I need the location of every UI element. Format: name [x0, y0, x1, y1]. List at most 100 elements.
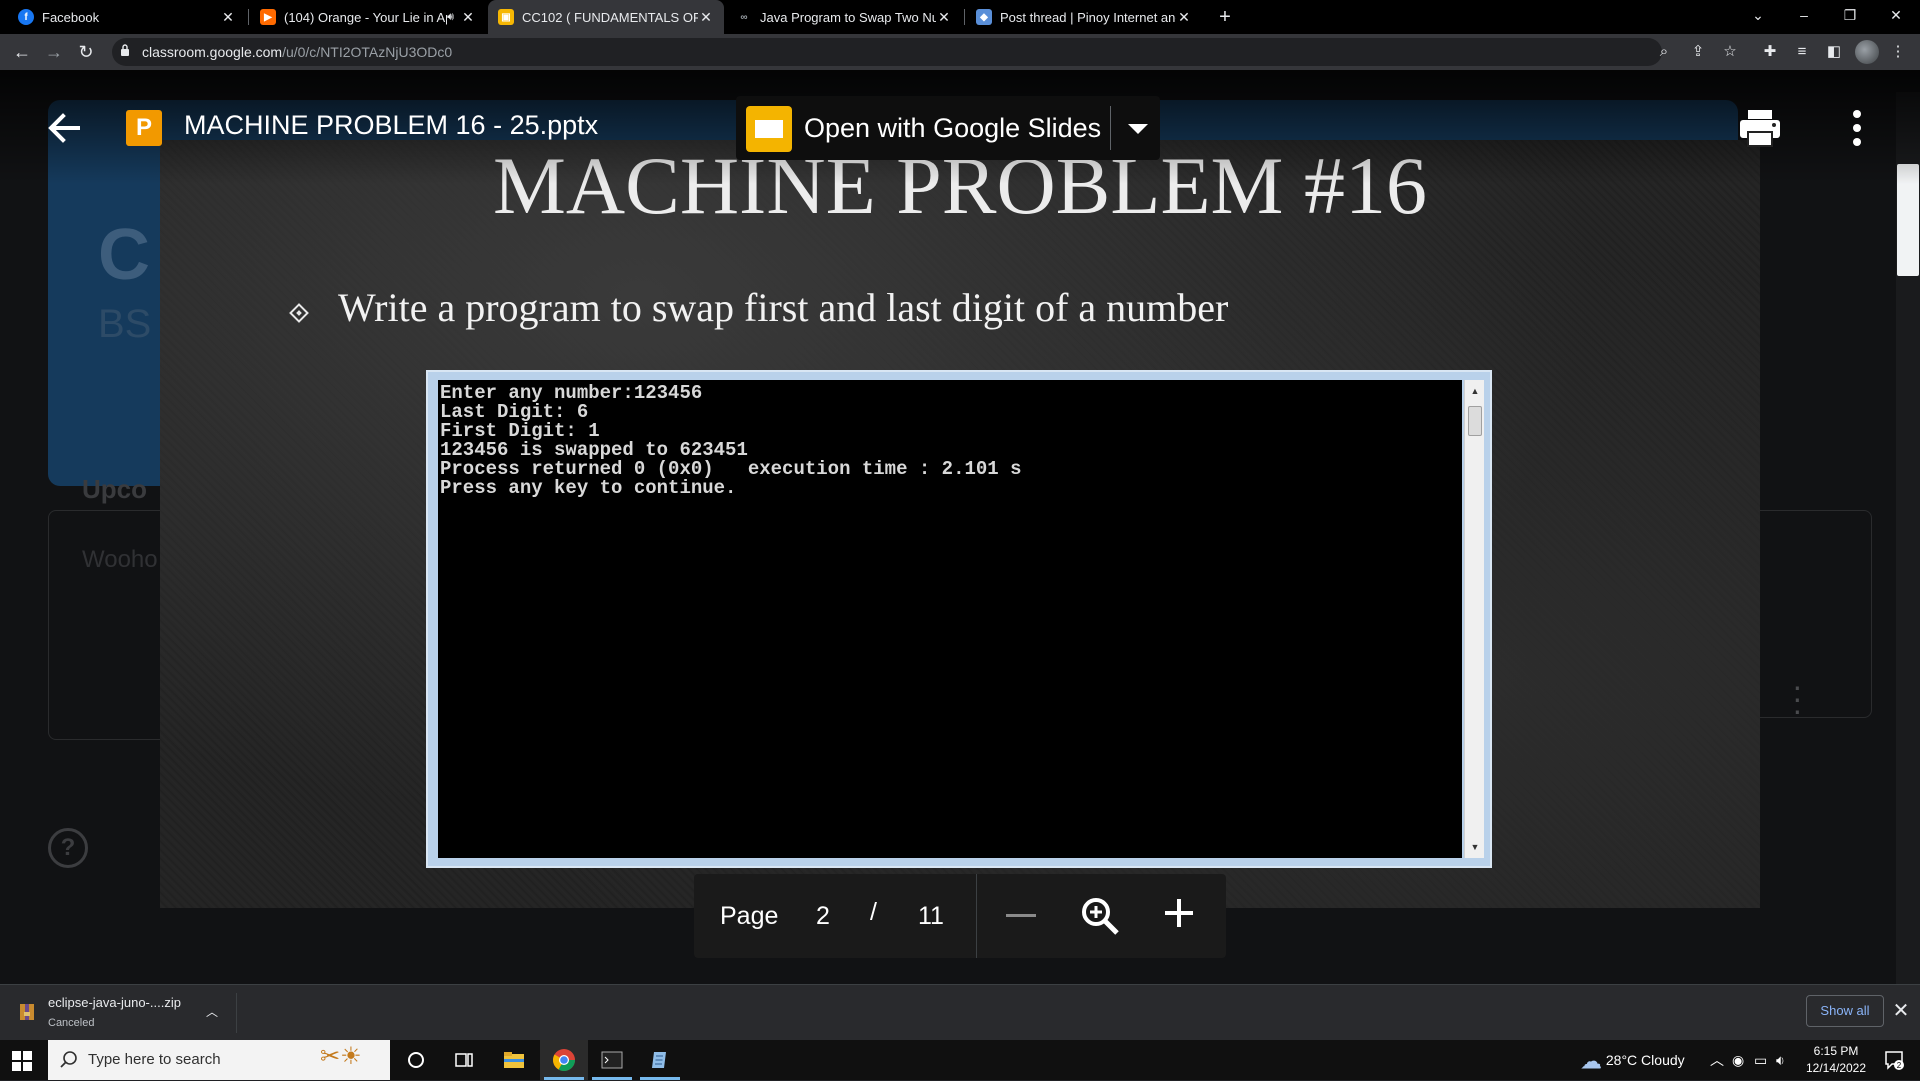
- facebook-icon: f: [18, 9, 34, 25]
- tab-java-program[interactable]: ∞ Java Program to Swap Two Num ✕: [726, 0, 962, 34]
- close-icon[interactable]: ✕: [220, 9, 236, 26]
- notification-count: 2: [1897, 1061, 1902, 1070]
- show-all-button[interactable]: Show all: [1806, 995, 1884, 1027]
- chevron-up-icon[interactable]: ︿: [206, 1003, 220, 1019]
- zoom-in-icon[interactable]: [1162, 896, 1196, 930]
- task-view-icon[interactable]: [440, 1040, 488, 1080]
- new-tab-button[interactable]: +: [1212, 0, 1238, 34]
- address-bar[interactable]: classroom.google.com/u/0/c/NTI2OTAzNjU3O…: [112, 38, 1662, 66]
- lock-icon: [121, 44, 129, 56]
- weather-text: 28°C Cloudy: [1605, 1052, 1685, 1068]
- zoom-icon[interactable]: ⌕: [1650, 38, 1678, 66]
- page-controls: Page 2 / 11: [694, 874, 1226, 958]
- upcoming-title: Upco: [82, 474, 147, 504]
- help-icon[interactable]: ?: [48, 828, 88, 868]
- search-icon: [60, 1051, 77, 1068]
- download-separator: [236, 993, 237, 1033]
- menu-icon[interactable]: ⋮: [1884, 38, 1912, 66]
- current-page[interactable]: 2: [816, 902, 830, 931]
- cloud-icon: ☁: [1580, 1048, 1602, 1074]
- minimize-icon[interactable]: –: [1782, 0, 1826, 34]
- close-icon[interactable]: ✕: [1176, 9, 1192, 26]
- tab-separator: [964, 9, 965, 25]
- classroom-icon: ▣: [498, 9, 514, 25]
- scroll-up-icon: ▲: [1470, 386, 1480, 396]
- browser-toolbar: ← → ↻ classroom.google.com/u/0/c/NTI2OTA…: [0, 34, 1920, 70]
- tab-classroom[interactable]: ▣ CC102 ( FUNDAMENTALS OF PR ✕: [488, 0, 724, 34]
- upcoming-body: Wooho: [82, 546, 158, 573]
- zoom-out-icon[interactable]: [1006, 914, 1036, 917]
- terminal-icon[interactable]: [588, 1040, 636, 1080]
- class-section: BS: [98, 302, 152, 346]
- volume-icon[interactable]: 🔉︎: [1776, 1040, 1785, 1080]
- zip-file-icon: [20, 1004, 34, 1020]
- cortana-icon[interactable]: [392, 1040, 440, 1080]
- scroll-down-icon: ▼: [1470, 842, 1480, 852]
- file-explorer-icon[interactable]: [490, 1040, 538, 1080]
- close-icon[interactable]: ✕: [1892, 999, 1910, 1023]
- shield-icon: ◆: [976, 9, 992, 25]
- stream-card: [1750, 510, 1872, 718]
- pager-divider: [976, 874, 977, 958]
- zoom-fit-icon[interactable]: [1080, 896, 1120, 936]
- notepad-icon[interactable]: [636, 1040, 684, 1080]
- tab-pinoy-internet[interactable]: ◆ Post thread | Pinoy Internet and T ✕: [966, 0, 1202, 34]
- slide-canvas: MACHINE PROBLEM #16 Write a program to s…: [160, 140, 1760, 908]
- open-with-label: Open with Google Slides: [804, 113, 1102, 143]
- weather-widget[interactable]: ☁ 28°C Cloudy: [1580, 1040, 1685, 1080]
- tab-strip: f Facebook ✕ ▶ (104) Orange - Your Lie i…: [0, 0, 1920, 34]
- class-title: C: [98, 215, 150, 295]
- url-text: classroom.google.com/u/0/c/NTI2OTAzNjU3O…: [142, 44, 453, 60]
- close-icon[interactable]: ✕: [460, 9, 476, 26]
- notification-center-icon[interactable]: 2: [1884, 1050, 1904, 1070]
- close-icon[interactable]: ✕: [936, 9, 952, 26]
- print-icon[interactable]: [1738, 108, 1782, 148]
- tab-search-icon[interactable]: ⌄: [1736, 0, 1780, 34]
- bullet-diamond-icon: [289, 303, 309, 323]
- console-line: Press any key to continue.: [440, 477, 737, 499]
- tab-facebook[interactable]: f Facebook ✕: [8, 0, 246, 34]
- google-slides-icon: [746, 106, 792, 152]
- pptx-file-icon: P: [126, 110, 162, 146]
- console-scrollbar: ▲ ▼: [1464, 380, 1484, 858]
- reload-icon[interactable]: ↻: [72, 38, 100, 66]
- chrome-taskbar-icon[interactable]: [540, 1040, 588, 1080]
- page-label: Page: [720, 902, 779, 930]
- more-options-icon[interactable]: [1852, 108, 1862, 148]
- windows-start-icon[interactable]: [12, 1051, 32, 1071]
- extensions-icon[interactable]: ✚: [1756, 38, 1784, 66]
- open-with-divider: [1110, 106, 1111, 150]
- close-icon[interactable]: ✕: [698, 9, 714, 26]
- taskbar-search[interactable]: Type here to search ✂☀: [48, 1040, 390, 1080]
- bookmark-star-icon[interactable]: ☆: [1716, 38, 1744, 66]
- side-panel-icon[interactable]: ◧: [1820, 38, 1848, 66]
- search-highlight-illustration: ✂☀: [320, 1043, 362, 1070]
- profile-avatar[interactable]: [1855, 40, 1879, 64]
- link-icon: ∞: [740, 11, 748, 23]
- windows-taskbar: Type here to search ✂☀ ☁ 28°C Cloudy ︿ ◉…: [0, 1040, 1920, 1080]
- meet-now-icon[interactable]: ◉: [1732, 1040, 1744, 1080]
- show-hidden-icons-icon[interactable]: ︿: [1710, 1040, 1724, 1080]
- tab-separator: [248, 9, 249, 25]
- chevron-down-icon[interactable]: [1128, 124, 1148, 134]
- page-separator: /: [870, 898, 877, 926]
- back-icon[interactable]: ←: [8, 38, 36, 66]
- close-window-icon[interactable]: ✕: [1874, 0, 1918, 34]
- download-bar: eclipse-java-juno-....zip Canceled ︿ Sho…: [0, 984, 1920, 1040]
- forward-icon[interactable]: →: [40, 38, 68, 66]
- youtube-icon: ▶: [260, 9, 276, 25]
- network-icon[interactable]: ▭: [1754, 1040, 1767, 1080]
- console-output: Enter any number:123456 Last Digit: 6 Fi…: [438, 380, 1462, 858]
- close-viewer-back-icon[interactable]: [44, 108, 84, 148]
- slide-bullet: Write a program to swap first and last d…: [338, 285, 1229, 330]
- clock-time: 6:15 PM: [1813, 1044, 1859, 1058]
- restore-icon[interactable]: ❐: [1828, 0, 1872, 34]
- speaker-icon[interactable]: 🔊︎: [447, 11, 454, 24]
- system-clock[interactable]: 6:15 PM 12/14/2022: [1796, 1043, 1876, 1077]
- tab-youtube[interactable]: ▶ (104) Orange - Your Lie in Ap 🔊︎ ✕: [250, 0, 486, 34]
- file-name: MACHINE PROBLEM 16 - 25.pptx: [184, 110, 599, 140]
- download-file-name[interactable]: eclipse-java-juno-....zip: [48, 995, 181, 1010]
- media-control-icon[interactable]: ≡: [1788, 38, 1816, 66]
- open-with-button[interactable]: Open with Google Slides: [736, 96, 1160, 160]
- share-icon[interactable]: ⇪: [1684, 38, 1712, 66]
